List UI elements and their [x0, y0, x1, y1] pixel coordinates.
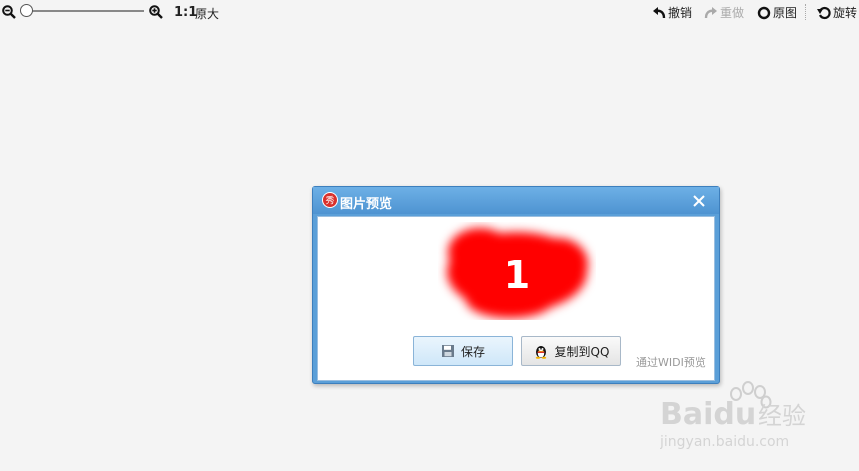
svg-text:秀: 秀: [325, 195, 334, 207]
undo-button[interactable]: 撤销: [652, 4, 692, 21]
meitu-logo-icon: 秀: [322, 192, 338, 208]
preview-image: 1: [438, 222, 596, 320]
zoom-in-icon[interactable]: [149, 5, 163, 22]
widi-preview-link[interactable]: 通过WIDI预览: [636, 354, 706, 370]
image-preview-dialog: 秀 图片预览 1 保存 复制到QQ 通过WIDI预览: [312, 186, 720, 384]
redo-icon: [704, 6, 717, 18]
baidu-brand-text: Baidu: [660, 397, 756, 432]
qq-penguin-icon: [535, 346, 546, 359]
redo-button[interactable]: 重做: [704, 4, 744, 21]
original-image-icon: [757, 6, 771, 19]
baidu-jingyan-watermark: Baidu 经验 jingyan.baidu.com: [660, 381, 806, 450]
dialog-close-button[interactable]: [691, 193, 707, 209]
dialog-body: 1 保存 复制到QQ 通过WIDI预览: [317, 216, 715, 381]
save-button[interactable]: 保存: [413, 336, 513, 366]
copy-to-qq-button[interactable]: 复制到QQ: [521, 336, 621, 366]
preview-number: 1: [504, 253, 530, 297]
original-image-button[interactable]: 原图: [757, 4, 797, 21]
image-toolbar: 1:1 原大 撤销 重做 原图 旋转: [0, 0, 859, 24]
undo-icon: [653, 6, 666, 18]
zoom-slider-thumb[interactable]: [20, 4, 33, 17]
zoom-slider[interactable]: [20, 4, 146, 18]
undo-label: 撤销: [668, 6, 693, 20]
save-label: 保存: [460, 344, 485, 359]
redo-label: 重做: [720, 6, 745, 20]
zoom-out-icon[interactable]: [2, 5, 16, 22]
dialog-titlebar[interactable]: 秀 图片预览: [313, 187, 719, 214]
rotate-button[interactable]: 旋转: [817, 4, 857, 21]
close-icon: [693, 195, 705, 207]
zoom-track[interactable]: [26, 10, 144, 12]
rotate-icon: [817, 6, 831, 19]
jingyan-brand-text: 经验: [758, 402, 806, 430]
original-image-label: 原图: [773, 6, 798, 20]
dialog-title: 图片预览: [340, 197, 393, 212]
copy-qq-label: 复制到QQ: [554, 344, 610, 359]
floppy-disk-icon: [441, 345, 454, 357]
ratio-1to1-button[interactable]: 1:1: [174, 5, 197, 20]
rotate-label: 旋转: [833, 6, 858, 20]
watermark-url: jingyan.baidu.com: [660, 434, 789, 450]
toolbar-divider: [805, 4, 806, 20]
original-size-button[interactable]: 原大: [195, 5, 219, 22]
